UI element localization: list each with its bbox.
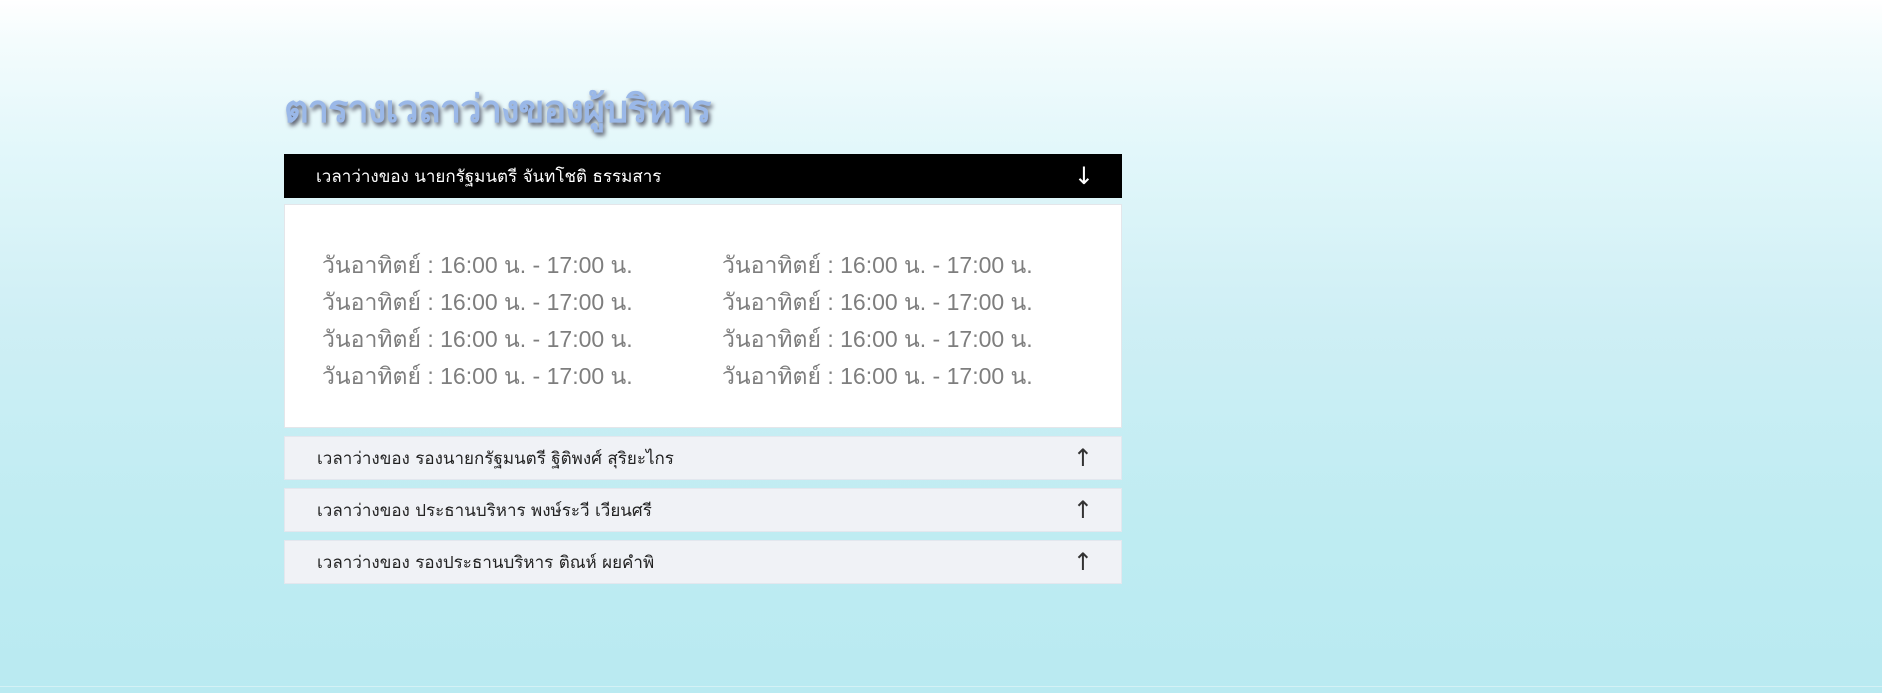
schedule-item: วันอาทิตย์ : 16:00 น. - 17:00 น. xyxy=(722,252,1033,278)
accordion-header-executive-chairman[interactable]: เวลาว่างของ ประธานบริหาร พงษ์ระวี เวียนศ… xyxy=(284,488,1122,532)
bottom-divider xyxy=(0,686,1882,687)
accordion-header-label: เวลาว่างของ ประธานบริหาร พงษ์ระวี เวียนศ… xyxy=(317,500,652,521)
page-title: ตารางเวลาว่างของผู้บริหาร xyxy=(284,87,711,131)
schedule-grid: วันอาทิตย์ : 16:00 น. - 17:00 น. วันอาทิ… xyxy=(322,247,1121,395)
accordion-header-label: เวลาว่างของ นายกรัฐมนตรี จันทโชติ ธรรมสา… xyxy=(316,166,662,187)
schedule-item: วันอาทิตย์ : 16:00 น. - 17:00 น. xyxy=(322,289,633,315)
executive-schedule-accordion: เวลาว่างของ นายกรัฐมนตรี จันทโชติ ธรรมสา… xyxy=(284,154,1122,584)
schedule-item: วันอาทิตย์ : 16:00 น. - 17:00 น. xyxy=(322,252,633,278)
accordion-header-label: เวลาว่างของ รองนายกรัฐมนตรี ฐิติพงศ์ สุร… xyxy=(317,448,674,469)
accordion-header-deputy-prime-minister[interactable]: เวลาว่างของ รองนายกรัฐมนตรี ฐิติพงศ์ สุร… xyxy=(284,436,1122,480)
accordion-panel-prime-minister: วันอาทิตย์ : 16:00 น. - 17:00 น. วันอาทิ… xyxy=(284,204,1122,428)
arrow-up-icon[interactable]: ↑ xyxy=(1073,446,1093,470)
accordion-header-deputy-executive-chairman[interactable]: เวลาว่างของ รองประธานบริหาร ติณห์ ผยคำพิ… xyxy=(284,540,1122,584)
arrow-down-icon[interactable]: ↓ xyxy=(1074,164,1094,188)
arrow-up-icon[interactable]: ↑ xyxy=(1073,550,1093,574)
schedule-item: วันอาทิตย์ : 16:00 น. - 17:00 น. xyxy=(322,363,633,389)
schedule-item: วันอาทิตย์ : 16:00 น. - 17:00 น. xyxy=(722,289,1033,315)
accordion-header-prime-minister[interactable]: เวลาว่างของ นายกรัฐมนตรี จันทโชติ ธรรมสา… xyxy=(284,154,1122,198)
schedule-item: วันอาทิตย์ : 16:00 น. - 17:00 น. xyxy=(722,326,1033,352)
schedule-item: วันอาทิตย์ : 16:00 น. - 17:00 น. xyxy=(322,326,633,352)
accordion-header-label: เวลาว่างของ รองประธานบริหาร ติณห์ ผยคำพิ xyxy=(317,552,655,573)
arrow-up-icon[interactable]: ↑ xyxy=(1073,498,1093,522)
schedule-item: วันอาทิตย์ : 16:00 น. - 17:00 น. xyxy=(722,363,1033,389)
